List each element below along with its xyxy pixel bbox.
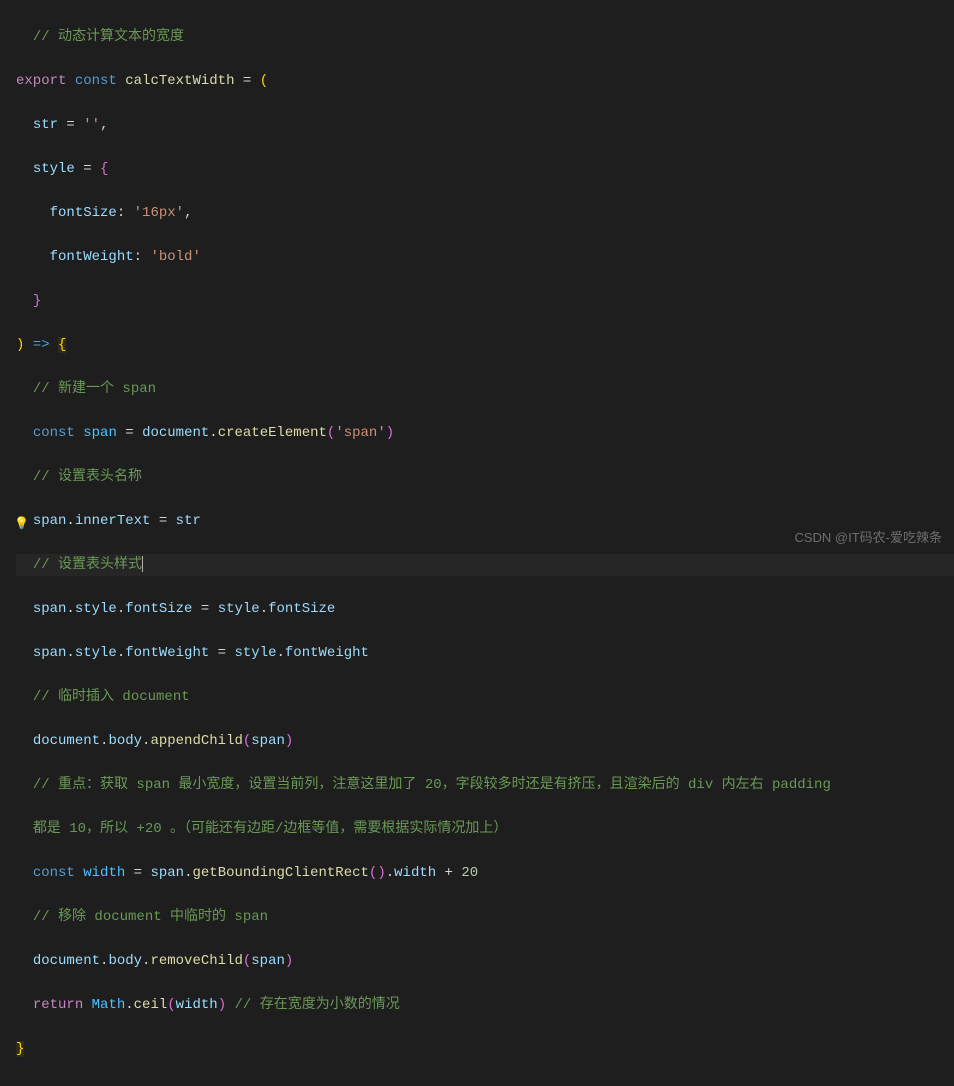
code-line: span.style.fontSize = style.fontSize [16,598,954,620]
code-line: // 新建一个 span [16,378,954,400]
code-line: // 移除 document 中临时的 span [16,906,954,928]
brace-match: } [16,1041,24,1057]
code-line: span.style.fontWeight = style.fontWeight [16,642,954,664]
code-line: 都是 10，所以 +20 。（可能还有边距/边框等值，需要根据实际情况加上） [16,818,954,840]
code-line: const span = document.createElement('spa… [16,422,954,444]
code-line: document.body.appendChild(span) [16,730,954,752]
code-line: const width = span.getBoundingClientRect… [16,862,954,884]
code-line: return Math.ceil(width) // 存在宽度为小数的情况 [16,994,954,1016]
code-line-current: // 设置表头样式 [16,554,954,576]
code-line: fontWeight: 'bold' [16,246,954,268]
lightbulb-icon[interactable]: 💡 [14,513,28,527]
code-line: // 重点：获取 span 最小宽度，设置当前列，注意这里加了 20，字段较多时… [16,774,954,796]
prop: fontSize [50,205,117,221]
code-line: // 动态计算文本的宽度 [16,26,954,48]
code-line: } [16,1038,954,1060]
kw-export: export [16,73,66,89]
comment: // 新建一个 span [33,381,156,397]
comment: // 设置表头名称 [33,469,142,485]
brace-match: { [58,337,66,353]
code-line: fontSize: '16px', [16,202,954,224]
comment: // 临时插入 document [33,689,190,705]
watermark: CSDN @IT码农-爱吃辣条 [794,527,942,549]
code-line: } [16,290,954,312]
code-line: style = { [16,158,954,180]
code-line: str = '', [16,114,954,136]
code-line: export const calcTextWidth = ( [16,70,954,92]
comment: // 动态计算文本的宽度 [33,29,184,45]
comment: 都是 10，所以 +20 。（可能还有边距/边框等值，需要根据实际情况加上） [33,821,508,837]
comment: // 设置表头样式 [33,557,142,573]
param: str [33,117,58,133]
comment: // 重点：获取 span 最小宽度，设置当前列，注意这里加了 20，字段较多时… [33,777,839,793]
code-line: // 临时插入 document [16,686,954,708]
cursor [142,556,143,572]
param: style [33,161,75,177]
kw-const: const [75,73,117,89]
func-name: calcTextWidth [125,73,234,89]
comment: // 移除 document 中临时的 span [33,909,268,925]
code-line: document.body.removeChild(span) [16,950,954,972]
code-line: ) => { [16,334,954,356]
prop: fontWeight [50,249,134,265]
code-line: // 设置表头名称 [16,466,954,488]
